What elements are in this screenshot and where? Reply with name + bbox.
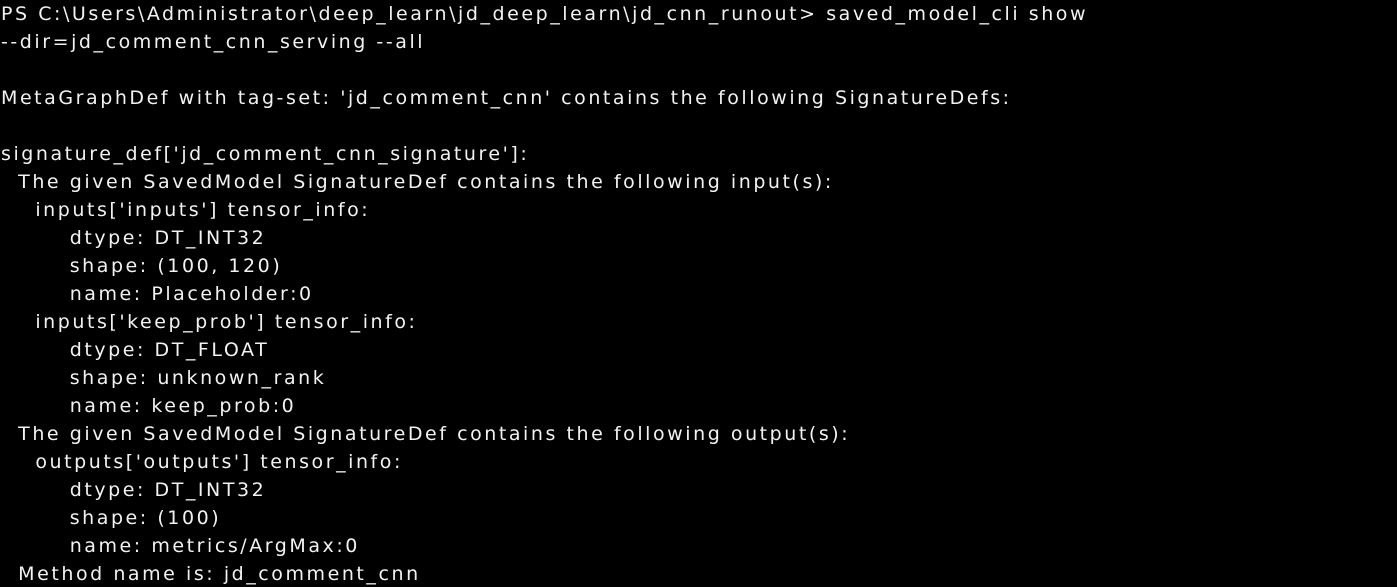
terminal-line: Method name is: jd_comment_cnn xyxy=(1,563,421,585)
terminal-line: dtype: DT_INT32 xyxy=(1,227,267,249)
terminal-line: name: Placeholder:0 xyxy=(1,283,314,305)
terminal-line: inputs['inputs'] tensor_info: xyxy=(1,199,371,221)
terminal-output-area[interactable]: PS C:\Users\Administrator\deep_learn\jd_… xyxy=(0,0,1397,587)
terminal-line: name: keep_prob:0 xyxy=(1,395,297,417)
terminal-line: MetaGraphDef with tag-set: 'jd_comment_c… xyxy=(1,87,1012,109)
terminal-line: The given SavedModel SignatureDef contai… xyxy=(1,423,851,445)
terminal-window[interactable]: PS C:\Users\Administrator\deep_learn\jd_… xyxy=(0,0,1397,587)
terminal-line: --dir=jd_comment_cnn_serving --all xyxy=(1,31,426,53)
terminal-line: shape: (100) xyxy=(1,507,222,529)
terminal-line: The given SavedModel SignatureDef contai… xyxy=(1,171,834,193)
terminal-line: shape: (100, 120) xyxy=(1,255,283,277)
terminal-line: dtype: DT_INT32 xyxy=(1,479,267,501)
terminal-line: shape: unknown_rank xyxy=(1,367,327,389)
terminal-line: outputs['outputs'] tensor_info: xyxy=(1,451,403,473)
terminal-line: signature_def['jd_comment_cnn_signature'… xyxy=(1,143,530,165)
terminal-line: PS C:\Users\Administrator\deep_learn\jd_… xyxy=(1,3,1089,25)
terminal-line: dtype: DT_FLOAT xyxy=(1,339,270,361)
terminal-line: name: metrics/ArgMax:0 xyxy=(1,535,360,557)
terminal-line: inputs['keep_prob'] tensor_info: xyxy=(1,311,418,333)
